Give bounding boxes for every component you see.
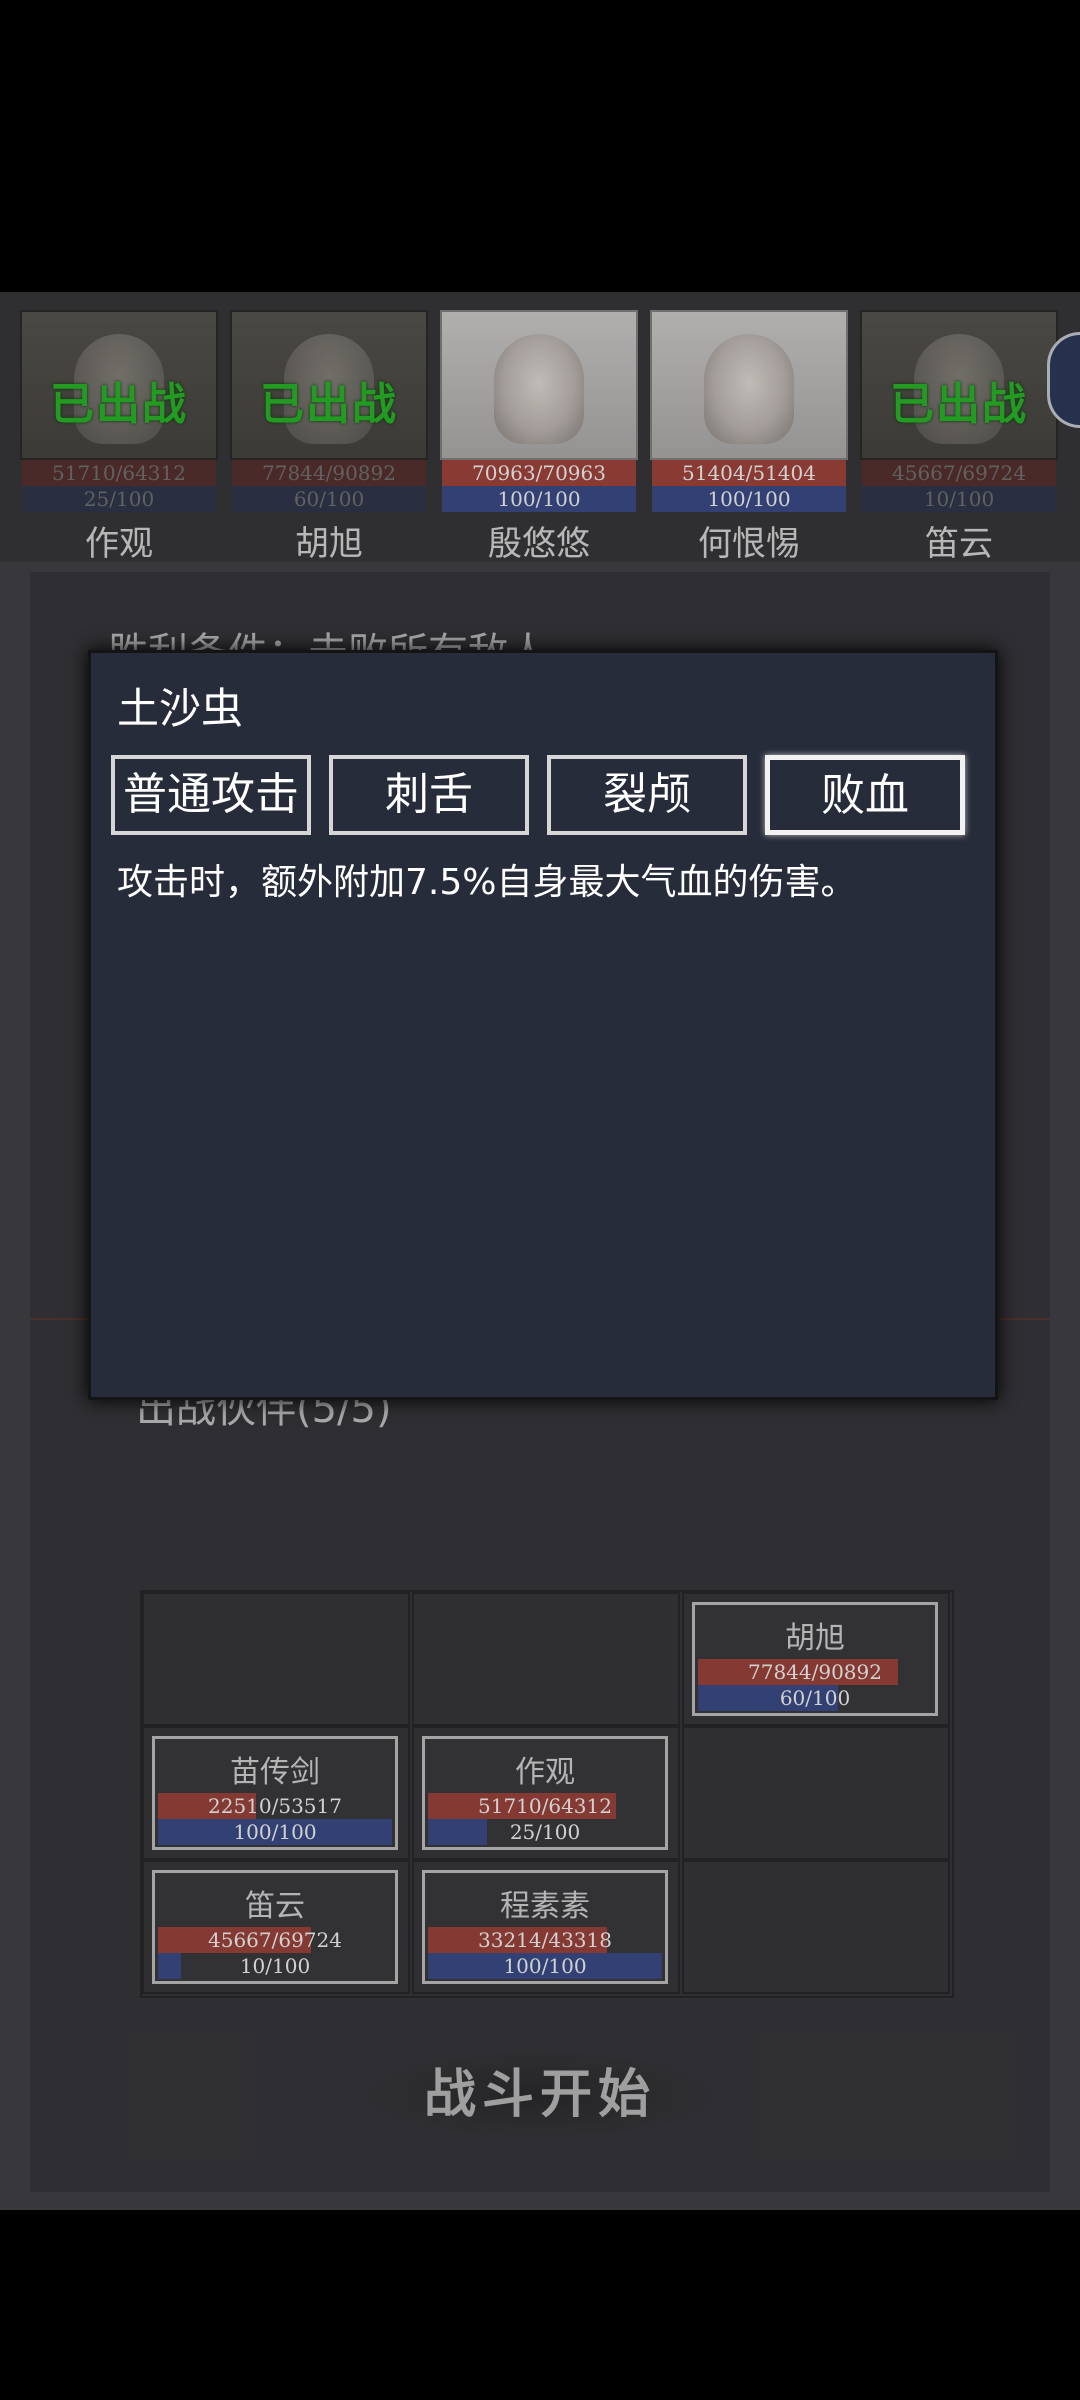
skill-description: 攻击时，额外附加7.5%自身最大气血的伤害。: [117, 862, 857, 903]
tab-skill-1[interactable]: 普通攻击: [111, 755, 311, 835]
tab-skill-3[interactable]: 裂颅: [547, 755, 747, 835]
dialog-title: 土沙虫: [117, 684, 244, 733]
tab-skill-2[interactable]: 刺舌: [329, 755, 529, 835]
tab-skill-4[interactable]: 败血: [765, 755, 965, 835]
skill-dialog: 土沙虫 普通攻击 刺舌 裂颅 败血 攻击时，额外附加7.5%自身最大气血的伤害。: [88, 650, 998, 1400]
